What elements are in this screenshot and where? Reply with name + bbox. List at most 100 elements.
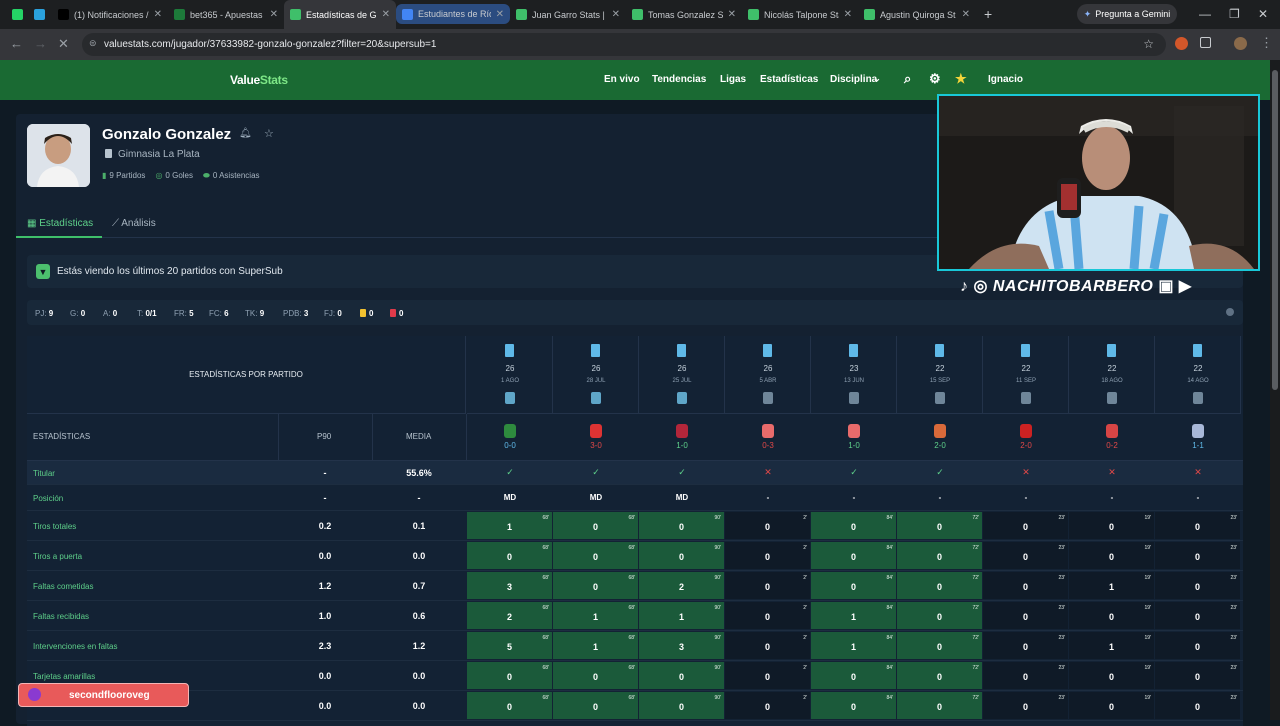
match-stat-cell[interactable]: 0 90' [639,512,724,539]
match-stat-cell[interactable]: 0 23' [1155,632,1240,659]
match-stat-cell[interactable]: 0 2' [725,512,810,539]
minimize-icon[interactable]: — [1199,7,1211,21]
row-label[interactable]: Tiros totales [33,522,76,531]
row-label[interactable]: Tarjetas amarillas [33,672,95,681]
nav-ligas[interactable]: Ligas [720,74,746,85]
scrollbar-thumb[interactable] [1272,70,1278,390]
nav-estadisticas[interactable]: Estadísticas [760,74,818,85]
match-stat-cell[interactable]: 0 2' [725,662,810,689]
nav-disciplina[interactable]: Disciplina [830,74,877,85]
opponent-cell[interactable]: 0-0 [467,420,553,458]
match-stat-cell[interactable]: 0 2' [725,692,810,719]
reload-icon[interactable]: ✕ [58,36,69,52]
nav-tendencias[interactable]: Tendencias [652,74,706,85]
user-menu[interactable]: Ignacio [988,74,1023,85]
match-stat-cell[interactable]: 5 68' [467,632,552,659]
forward-icon[interactable]: → [34,36,47,51]
match-stat-cell[interactable]: 0 19' [1069,542,1154,569]
match-stat-cell[interactable]: 0 72' [897,662,982,689]
back-icon[interactable]: ← [10,36,23,51]
match-stat-cell[interactable]: 1 68' [553,632,638,659]
match-stat-cell[interactable]: 0 19' [1069,692,1154,719]
team-name[interactable]: Gimnasia La Plata [118,149,200,160]
opponent-cell[interactable]: 2-0 [897,420,983,458]
gear-icon[interactable]: ⚙ [929,71,941,87]
match-stat-cell[interactable]: 1 68' [467,512,552,539]
browser-tab[interactable]: Estadísticas de G ✕ [284,0,396,29]
match-column-header[interactable]: 26 25 JUL [639,336,725,414]
opponent-cell[interactable]: 1-0 [811,420,897,458]
valuestats-logo[interactable]: ValueStats [230,73,288,87]
gemini-button[interactable]: ✦ Pregunta a Gemini [1077,4,1177,24]
tab-analisis[interactable]: ⟋ Análisis [112,218,156,229]
match-stat-cell[interactable]: 1 68' [553,602,638,629]
match-stat-cell[interactable]: 0 23' [1155,602,1240,629]
match-stat-cell[interactable]: 0 68' [467,692,552,719]
match-stat-cell[interactable]: 0 23' [1155,692,1240,719]
match-stat-cell[interactable]: 0 23' [983,572,1068,599]
match-stat-cell[interactable]: 0 84' [811,542,896,569]
browser-tab[interactable]: Juan Garro Stats | ✕ [510,0,626,29]
match-column-header[interactable]: 26 28 JUL [553,336,639,414]
maximize-icon[interactable]: ❐ [1229,7,1240,21]
match-stat-cell[interactable]: 0 84' [811,692,896,719]
match-stat-cell[interactable]: 0 23' [1155,662,1240,689]
url-field[interactable]: ⊜ valuestats.com/jugador/37633982-gonzal… [82,33,1166,56]
row-label[interactable]: Faltas cometidas [33,582,93,591]
match-stat-cell[interactable]: 0 72' [897,692,982,719]
match-stat-cell[interactable]: 0 2' [725,572,810,599]
match-column-header[interactable]: 22 14 AGO [1155,336,1241,414]
opponent-cell[interactable]: 0-3 [725,420,811,458]
match-stat-cell[interactable]: 0 72' [897,512,982,539]
profile-avatar[interactable] [1234,37,1247,50]
new-tab-button[interactable]: + [984,6,992,22]
match-stat-cell[interactable]: 0 23' [983,512,1068,539]
browser-tab[interactable]: Agustin Quiroga St ✕ [858,0,976,29]
close-window-icon[interactable]: ✕ [1258,7,1268,21]
nav-en-vivo[interactable]: En vivo [604,74,640,85]
site-info-icon[interactable]: ⊜ [89,38,97,49]
match-stat-cell[interactable]: 3 68' [467,572,552,599]
match-column-header[interactable]: 22 11 SEP [983,336,1069,414]
close-tab-icon[interactable]: ✕ [612,9,620,20]
col-p90[interactable]: P90 [317,432,331,441]
match-stat-cell[interactable]: 0 19' [1069,662,1154,689]
close-tab-icon[interactable]: ✕ [844,9,852,20]
match-stat-cell[interactable]: 1 19' [1069,572,1154,599]
browser-tab[interactable]: (1) Notificaciones / ✕ [52,0,168,29]
match-stat-cell[interactable]: 0 23' [983,542,1068,569]
tab-estadisticas[interactable]: ▦ Estadísticas [27,218,93,229]
match-stat-cell[interactable]: 1 90' [639,602,724,629]
match-stat-cell[interactable]: 0 72' [897,632,982,659]
match-stat-cell[interactable]: 0 84' [811,662,896,689]
match-stat-cell[interactable]: 0 72' [897,542,982,569]
match-stat-cell[interactable]: 0 2' [725,632,810,659]
match-stat-cell[interactable]: 0 19' [1069,512,1154,539]
opponent-cell[interactable]: 0-2 [1069,420,1155,458]
extension-icon[interactable] [1175,37,1188,50]
opponent-cell[interactable]: 3-0 [553,420,639,458]
search-icon[interactable]: ⌕ [904,71,911,87]
match-stat-cell[interactable]: 2 90' [639,572,724,599]
bell-icon[interactable]: 🔔︎ [239,128,252,139]
match-stat-cell[interactable]: 0 90' [639,692,724,719]
match-column-header[interactable]: 22 18 AGO [1069,336,1155,414]
opponent-cell[interactable]: 2-0 [983,420,1069,458]
row-label[interactable]: Tiros a puerta [33,552,82,561]
browser-tab[interactable]: bet365 - Apuestas ✕ [168,0,284,29]
match-stat-cell[interactable]: 1 19' [1069,632,1154,659]
opponent-cell[interactable]: 1-0 [639,420,725,458]
match-stat-cell[interactable]: 0 23' [1155,542,1240,569]
match-stat-cell[interactable]: 0 90' [639,662,724,689]
info-icon[interactable] [1226,308,1234,316]
row-label[interactable]: Intervenciones en faltas [33,642,118,651]
match-stat-cell[interactable]: 0 68' [553,512,638,539]
favorite-star-icon[interactable]: ☆ [264,127,274,140]
match-stat-cell[interactable]: 0 68' [467,542,552,569]
col-media[interactable]: MEDIA [406,432,431,441]
match-stat-cell[interactable]: 3 90' [639,632,724,659]
browser-tab[interactable]: Nicolás Talpone Sta ✕ [742,0,858,29]
match-stat-cell[interactable]: 0 90' [639,542,724,569]
close-tab-icon[interactable]: ✕ [382,9,390,20]
match-stat-cell[interactable]: 0 72' [897,602,982,629]
